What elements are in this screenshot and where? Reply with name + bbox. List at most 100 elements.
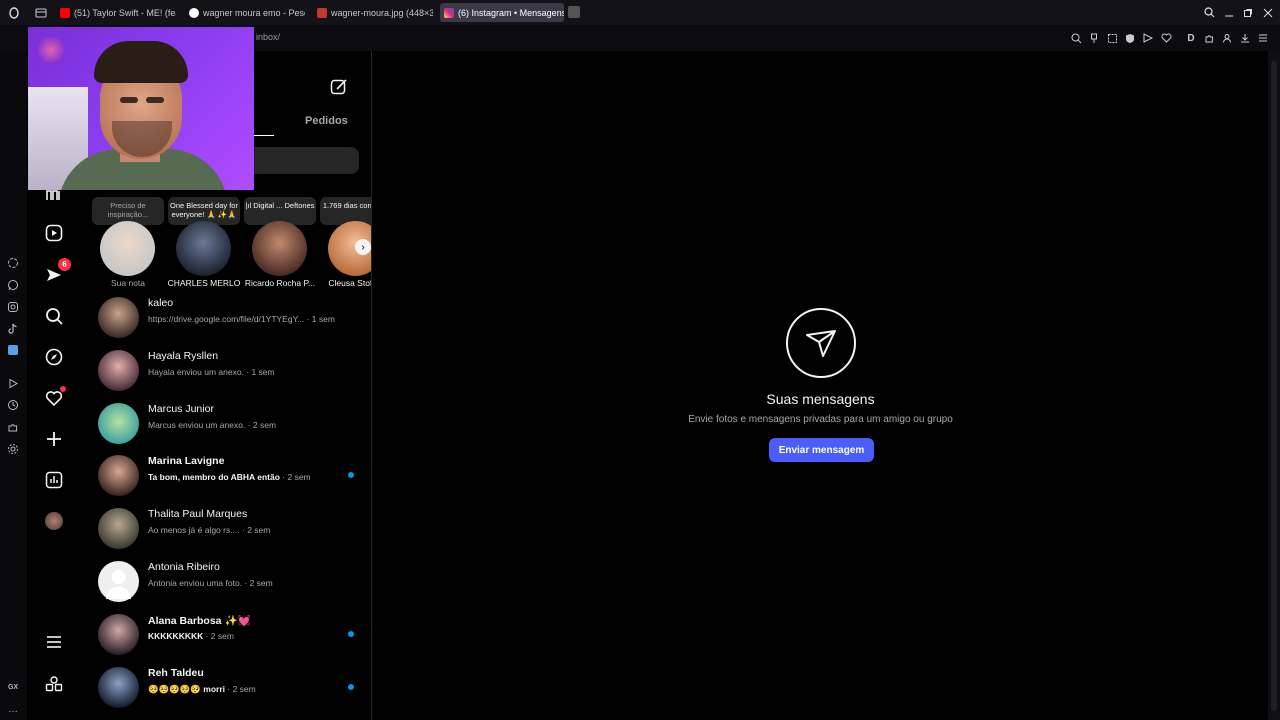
tab-instagram[interactable]: (6) Instagram • Mensagens	[440, 3, 564, 22]
heart-icon[interactable]	[1158, 30, 1174, 46]
send-icon[interactable]	[1140, 30, 1156, 46]
tab-image[interactable]: wagner-moura.jpg (448×3	[313, 3, 433, 22]
avatar	[98, 508, 139, 549]
conversation-item[interactable]: Marina Lavigne Ta bom, membro do ABHA en…	[98, 453, 368, 503]
download-icon[interactable]	[1237, 30, 1253, 46]
extensions-icon[interactable]	[1201, 30, 1217, 46]
avatar	[252, 221, 307, 276]
conversation-item[interactable]: Reh Taldeu 🥺🥺🥺🥺🥺 morri · 2 sem	[98, 665, 368, 715]
tab-google-search[interactable]: wagner moura emo - Pesq	[185, 3, 305, 22]
profile-avatar[interactable]	[43, 510, 65, 532]
conversation-name: Reh Taldeu	[148, 667, 204, 679]
dashboard-icon[interactable]	[43, 469, 65, 491]
conversation-name: Marcus Junior	[148, 403, 214, 415]
heart-notifications-icon[interactable]	[43, 386, 66, 409]
avatar	[98, 455, 139, 496]
more-icon[interactable]: …	[5, 701, 21, 717]
tab-requests[interactable]: Pedidos	[305, 115, 348, 127]
settings-icon[interactable]	[5, 441, 21, 457]
conversation-item[interactable]: Alana Barbosa ✨💓 KKKKKKKKK · 2 sem	[98, 612, 368, 662]
tiktok-icon[interactable]	[5, 321, 21, 337]
note-item[interactable]: Preciso de inspiração... Sua nota	[92, 197, 164, 289]
page-scrollbar[interactable]	[1268, 51, 1280, 720]
close-icon[interactable]	[1261, 6, 1274, 19]
send-message-button[interactable]: Enviar mensagem	[769, 438, 874, 462]
conversation-preview: 🥺🥺🥺🥺🥺 morri · 2 sem	[148, 684, 256, 694]
conversation-item[interactable]: Marcus Junior Marcus enviou um anexo. · …	[98, 401, 368, 451]
create-icon[interactable]	[43, 428, 65, 450]
messenger-icon[interactable]: 6	[43, 258, 71, 286]
avatar	[98, 350, 139, 391]
conversation-item[interactable]: Antonia Ribeiro Antonia enviou uma foto.…	[98, 559, 368, 609]
pin-icon[interactable]	[1086, 30, 1102, 46]
search-tabs-icon[interactable]	[1203, 6, 1216, 19]
notifications-badge: 6	[58, 258, 71, 271]
shield-icon[interactable]	[1122, 30, 1138, 46]
profile-icon[interactable]	[1219, 30, 1235, 46]
avatar	[98, 403, 139, 444]
notes-row: Preciso de inspiração... Sua nota One Bl…	[92, 197, 371, 289]
empty-state-title: Suas mensagens	[766, 391, 875, 407]
webcam-eyebrow	[120, 97, 138, 103]
workspaces-icon[interactable]	[34, 6, 47, 19]
scroll-thumb[interactable]	[1271, 61, 1277, 711]
unread-dot	[348, 472, 354, 478]
avatar	[98, 614, 139, 655]
new-tab-button[interactable]	[568, 6, 580, 18]
d-extension-icon[interactable]: D	[1183, 30, 1199, 46]
conversation-preview: Hayala enviou um anexo. · 1 sem	[148, 367, 275, 377]
chatgpt-icon[interactable]	[5, 255, 21, 271]
minimize-icon[interactable]	[1222, 6, 1235, 19]
browser-tab-bar: (51) Taylor Swift - ME! (fea wagner mour…	[0, 0, 1280, 25]
avatar	[176, 221, 231, 276]
unread-dot	[348, 631, 354, 637]
more-menu-icon[interactable]	[43, 631, 65, 653]
extensions-sidebar-icon[interactable]	[5, 419, 21, 435]
note-bubble: 1.769 dias correndo	[320, 197, 371, 225]
app-extension-icon[interactable]	[5, 342, 21, 358]
instagram-sidebar-icon[interactable]	[5, 299, 21, 315]
note-name: CHARLES MERLO	[167, 278, 241, 288]
conversation-name: Marina Lavigne	[148, 455, 225, 467]
conversation-item[interactable]: Thalita Paul Marques Ao menos já é algo …	[98, 506, 368, 556]
history-icon[interactable]	[5, 397, 21, 413]
search-icon[interactable]	[43, 305, 65, 327]
zoom-icon[interactable]	[1068, 30, 1084, 46]
tab-youtube[interactable]: (51) Taylor Swift - ME! (fea	[56, 3, 176, 22]
whatsapp-icon[interactable]	[5, 277, 21, 293]
messenger-send-icon	[786, 308, 856, 378]
conversation-name: kaleo	[148, 297, 174, 309]
webcam-person-hair	[94, 41, 188, 83]
conversation-item[interactable]: Hayala Rysllen Hayala enviou um anexo. ·…	[98, 348, 368, 398]
note-item[interactable]: One Blessed day for everyone! 🙏 ✨🙏 CHARL…	[168, 197, 240, 289]
easy-setup-icon[interactable]	[1255, 30, 1271, 46]
conversation-preview: Marcus enviou um anexo. · 2 sem	[148, 420, 277, 430]
reels-icon[interactable]	[43, 222, 65, 244]
webcam-background-lamp	[36, 35, 66, 65]
note-item[interactable]: |ıl Digital ... Deftones Ricardo Rocha P…	[244, 197, 316, 289]
image-icon	[317, 7, 327, 18]
default-avatar	[98, 561, 139, 602]
restore-icon[interactable]	[1241, 6, 1254, 19]
explore-icon[interactable]	[43, 346, 65, 368]
chevron-right-icon[interactable]: ›	[355, 239, 371, 255]
address-url[interactable]: inbox/	[256, 32, 280, 42]
compose-icon[interactable]	[330, 78, 348, 96]
opera-menu-icon[interactable]	[7, 6, 20, 19]
also-from-meta-icon[interactable]	[43, 673, 65, 695]
player-icon[interactable]	[5, 375, 21, 391]
tab-title: (51) Taylor Swift - ME! (fea	[74, 7, 176, 18]
conversation-preview: Ta bom, membro do ABHA então · 2 sem	[148, 472, 311, 482]
conversation-preview: https://drive.google.com/file/d/1YTYEgY.…	[148, 314, 335, 324]
webcam-eyebrow	[146, 97, 164, 103]
conversation-name: Alana Barbosa ✨💓	[148, 615, 251, 627]
conversation-name: Antonia Ribeiro	[148, 561, 220, 573]
note-name: Cleusa Stofale	[328, 278, 371, 288]
snapshot-icon[interactable]	[1104, 30, 1120, 46]
tab-title: wagner-moura.jpg (448×3	[331, 7, 433, 18]
tab-title: wagner moura emo - Pesq	[203, 7, 305, 18]
note-name: Sua nota	[110, 278, 146, 288]
google-icon	[189, 7, 199, 18]
conversation-item[interactable]: kaleo https://drive.google.com/file/d/1Y…	[98, 295, 368, 345]
gx-label[interactable]: GX	[5, 679, 21, 695]
